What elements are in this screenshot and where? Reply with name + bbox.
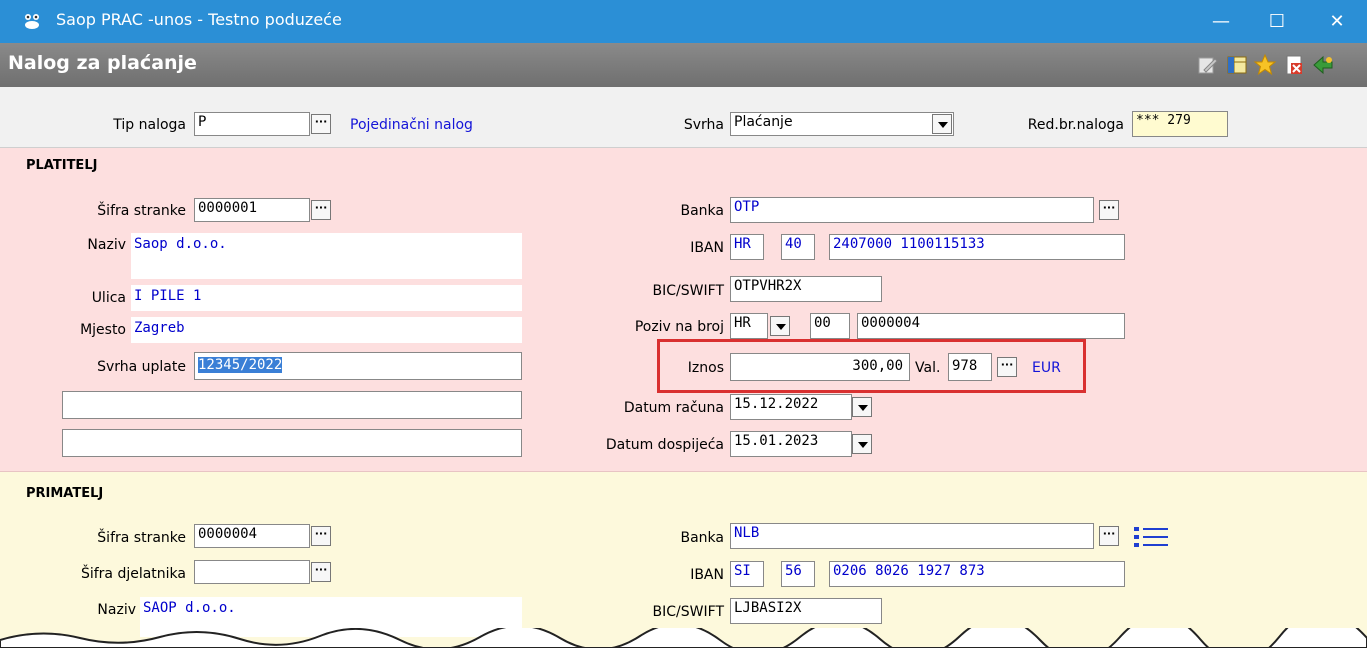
payer-ulica-field[interactable]: I PILE 1 xyxy=(131,285,522,311)
payer-iban-number[interactable]: 2407000 1100115133 xyxy=(829,234,1125,260)
payer-iban-check[interactable]: 40 xyxy=(781,234,815,260)
payer-naziv-field[interactable]: Saop d.o.o. xyxy=(131,233,522,279)
close-button[interactable]: ✕ xyxy=(1309,0,1365,43)
form-header: Nalog za plaćanje xyxy=(0,43,1367,87)
payer-poziv-model[interactable]: 00 xyxy=(810,313,850,339)
iznos-highlight-box xyxy=(657,339,1086,393)
payee-section-title: PRIMATELJ xyxy=(26,486,104,501)
payer-sifra-input[interactable]: 0000001 xyxy=(194,198,310,222)
payer-datum-dosp-label: Datum dospijeća xyxy=(605,437,724,453)
tip-naloga-label: Tip naloga xyxy=(113,117,186,133)
payer-datum-racuna-dropdown[interactable] xyxy=(852,397,872,417)
edit-icon[interactable] xyxy=(1196,53,1220,77)
payee-banka-browse-button[interactable]: ··· xyxy=(1099,526,1119,546)
payee-djelatnik-input[interactable] xyxy=(194,560,310,584)
payer-poziv-label: Poziv na broj xyxy=(634,319,724,335)
payer-extra-line-1[interactable] xyxy=(62,391,522,419)
redbr-field: *** 279 xyxy=(1132,111,1228,137)
list-icon[interactable] xyxy=(1132,524,1172,550)
payer-ulica-label: Ulica xyxy=(91,290,126,306)
payer-datum-racuna-label: Datum računa xyxy=(623,400,724,416)
payee-iban-number[interactable]: 0206 8026 1927 873 xyxy=(829,561,1125,587)
payer-sifra-browse-button[interactable]: ··· xyxy=(311,200,331,220)
redbr-label: Red.br.naloga xyxy=(1027,117,1124,133)
payer-poziv-country-dropdown[interactable] xyxy=(770,316,790,336)
app-icon xyxy=(25,14,39,29)
payer-datum-dosp-input[interactable]: 15.01.2023 xyxy=(730,431,852,457)
payer-extra-line-2[interactable] xyxy=(62,429,522,457)
payer-svrha-uplate-label: Svrha uplate xyxy=(97,359,186,375)
star-icon[interactable] xyxy=(1253,53,1277,77)
payee-iban-check[interactable]: 56 xyxy=(781,561,815,587)
exit-icon[interactable] xyxy=(1311,53,1335,77)
payer-poziv-country[interactable]: HR xyxy=(730,313,768,339)
form-title: Nalog za plaćanje xyxy=(8,52,197,74)
minimize-button[interactable]: — xyxy=(1193,0,1249,43)
payee-naziv-label: Naziv xyxy=(97,602,136,618)
payer-bic-input[interactable]: OTPVHR2X xyxy=(730,276,882,302)
window-title: Saop PRAC -unos - Testno poduzeće xyxy=(56,10,342,29)
payer-section-title: PLATITELJ xyxy=(26,158,98,173)
payee-iban-label: IBAN xyxy=(690,567,724,583)
payer-iban-country[interactable]: HR xyxy=(730,234,764,260)
payer-iban-label: IBAN xyxy=(690,240,724,256)
payer-datum-dosp-dropdown[interactable] xyxy=(852,434,872,454)
payee-sifra-browse-button[interactable]: ··· xyxy=(311,526,331,546)
payee-bic-input[interactable]: LJBASI2X xyxy=(730,598,882,624)
payer-banka-input[interactable]: OTP xyxy=(730,197,1094,223)
payer-datum-racuna-input[interactable]: 15.12.2022 xyxy=(730,394,852,420)
payee-djelatnik-label: Šifra djelatnika xyxy=(80,566,186,582)
payer-bic-label: BIC/SWIFT xyxy=(652,283,724,299)
payer-poziv-number[interactable]: 0000004 xyxy=(857,313,1125,339)
svrha-label: Svrha xyxy=(683,117,724,133)
payer-naziv-label: Naziv xyxy=(87,237,126,253)
tip-naloga-input[interactable]: P xyxy=(194,112,310,136)
payer-sifra-label: Šifra stranke xyxy=(97,203,186,219)
payee-iban-country[interactable]: SI xyxy=(730,561,764,587)
torn-edge-decoration xyxy=(0,628,1367,648)
payer-banka-browse-button[interactable]: ··· xyxy=(1099,200,1119,220)
tip-naloga-browse-button[interactable]: ··· xyxy=(311,114,331,134)
payer-banka-label: Banka xyxy=(680,203,725,219)
window-titlebar: Saop PRAC -unos - Testno poduzeće — ☐ ✕ xyxy=(0,0,1367,43)
svrha-dropdown-arrow[interactable] xyxy=(932,114,952,134)
payee-sifra-label: Šifra stranke xyxy=(97,530,186,546)
payer-mjesto-field[interactable]: Zagreb xyxy=(131,317,522,343)
table-icon[interactable] xyxy=(1225,53,1249,77)
svrha-select[interactable]: Plaćanje xyxy=(730,112,954,136)
tip-naloga-description: Pojedinačni nalog xyxy=(350,117,473,133)
payer-svrha-uplate-input[interactable]: 12345/2022 xyxy=(194,352,522,380)
payee-banka-label: Banka xyxy=(680,530,725,546)
payee-bic-label: BIC/SWIFT xyxy=(652,604,724,620)
payer-svrha-uplate-text: 12345/2022 xyxy=(198,357,283,373)
delete-document-icon[interactable] xyxy=(1283,53,1307,77)
payee-banka-input[interactable]: NLB xyxy=(730,523,1094,549)
payee-sifra-input[interactable]: 0000004 xyxy=(194,524,310,548)
maximize-button[interactable]: ☐ xyxy=(1249,0,1305,43)
payer-mjesto-label: Mjesto xyxy=(80,322,126,338)
payee-djelatnik-browse-button[interactable]: ··· xyxy=(311,562,331,582)
